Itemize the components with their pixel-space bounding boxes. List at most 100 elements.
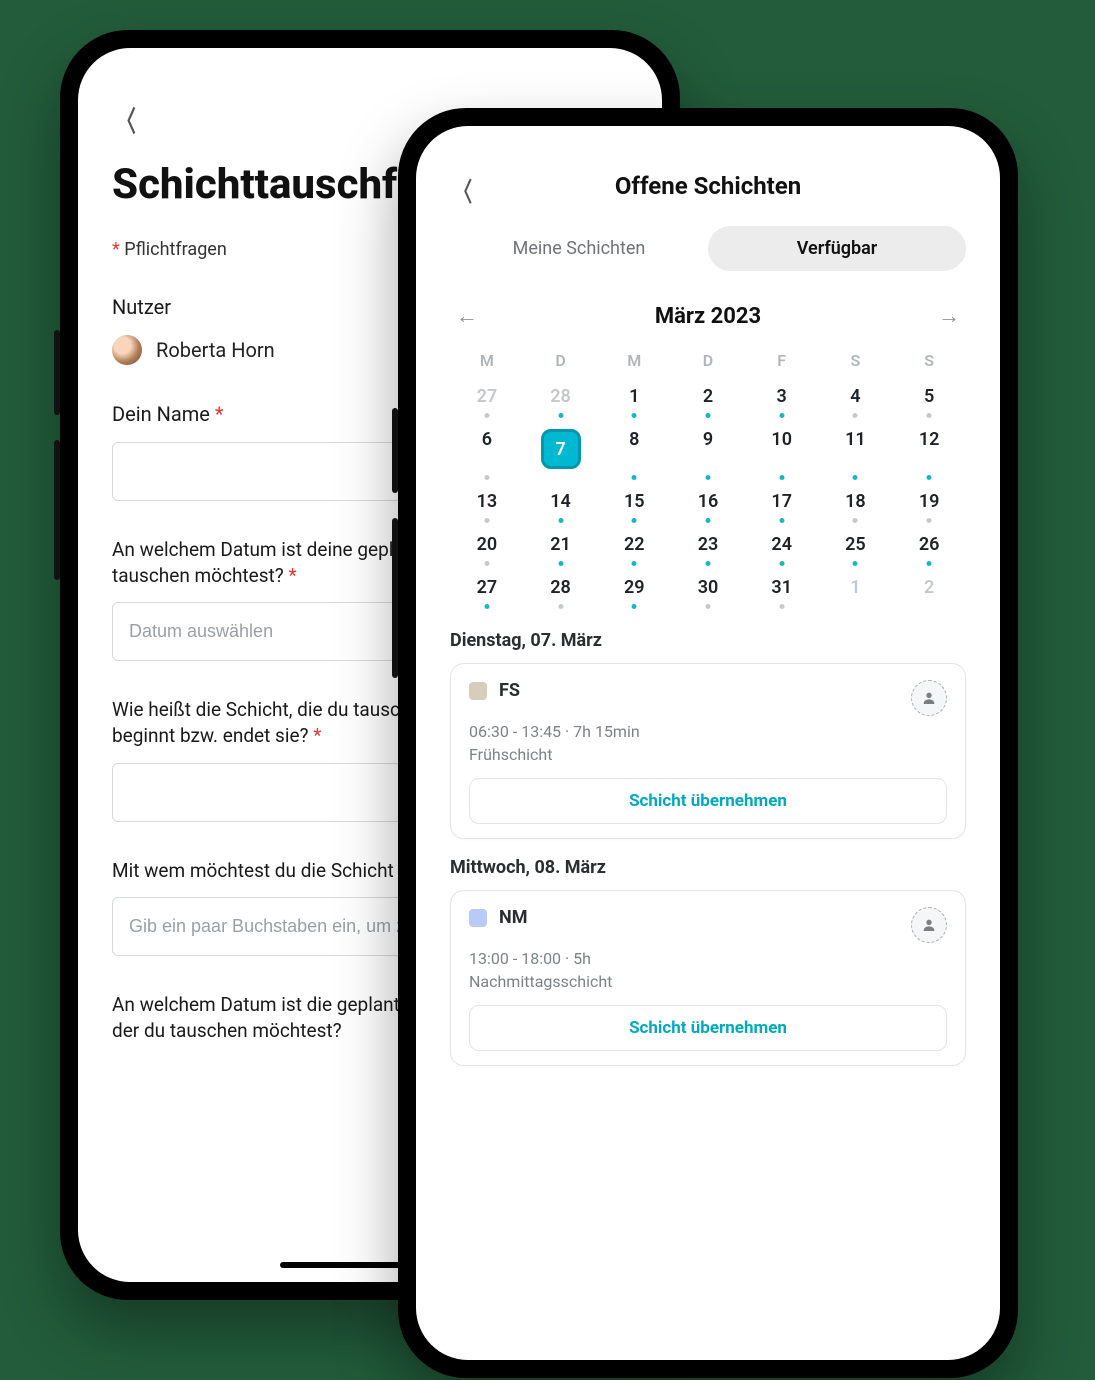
day-number: 1 [629, 386, 639, 407]
day-dot-icon [779, 518, 784, 523]
calendar-day[interactable]: 1 [819, 571, 893, 614]
day-dot-icon [705, 561, 710, 566]
calendar-day[interactable]: 21 [524, 528, 598, 571]
day-dot-icon [779, 475, 784, 480]
asterisk-icon: * [288, 564, 296, 587]
calendar-day[interactable]: 15 [597, 485, 671, 528]
calendar-day[interactable]: 17 [745, 485, 819, 528]
dow-label: D [524, 345, 598, 380]
next-month-icon[interactable]: → [932, 299, 966, 333]
calendar-day[interactable]: 3 [745, 380, 819, 423]
calendar-day[interactable]: 11 [819, 423, 893, 485]
back-icon[interactable]: 〈 [116, 100, 136, 140]
day-dot-icon [484, 518, 489, 523]
calendar-day[interactable]: 27 [450, 571, 524, 614]
calendar-day[interactable]: 27 [450, 380, 524, 423]
person-icon[interactable] [911, 680, 947, 716]
day-dot-icon [484, 604, 489, 609]
day-dot-icon [705, 413, 710, 418]
calendar-day[interactable]: 16 [671, 485, 745, 528]
calendar-week: 2021 22 23 24 2526 [450, 528, 966, 571]
shift-card-head: NM [469, 907, 947, 943]
calendar-day[interactable]: 10 [745, 423, 819, 485]
day-dot-icon [632, 604, 637, 609]
calendar-day[interactable]: 29 [597, 571, 671, 614]
day-number: 11 [845, 429, 866, 450]
calendar-body: 2728123456789101112131415161718192021222… [450, 380, 966, 614]
day-number: 23 [698, 534, 719, 555]
back-icon[interactable]: 〈 [454, 172, 472, 209]
day-number: 22 [624, 534, 645, 555]
calendar-day[interactable]: 28 [524, 571, 598, 614]
dow-label: M [597, 345, 671, 380]
day-number: 18 [845, 491, 866, 512]
asterisk-icon: * [215, 402, 224, 426]
day-number: 2 [924, 577, 934, 598]
calendar-day[interactable]: 28 [524, 380, 598, 423]
calendar-day[interactable]: 2 [892, 571, 966, 614]
person-icon[interactable] [911, 907, 947, 943]
day-number: 3 [777, 386, 787, 407]
prev-month-icon[interactable]: ← [450, 299, 484, 333]
calendar-day[interactable]: 25 [819, 528, 893, 571]
day-dot-icon [632, 518, 637, 523]
take-shift-button[interactable]: Schicht übernehmen [469, 1005, 947, 1051]
calendar-day[interactable]: 30 [671, 571, 745, 614]
phone-right: 〈 Offene Schichten Meine Schichten Verfü… [398, 108, 1018, 1378]
calendar-day[interactable]: 19 [892, 485, 966, 528]
calendar-day[interactable]: 22 [597, 528, 671, 571]
calendar-week: 27 28 29 30 311 2 [450, 571, 966, 614]
shift-card[interactable]: NM13:00 - 18:00 · 5hNachmittagsschichtSc… [450, 890, 966, 1066]
calendar-day[interactable]: 31 [745, 571, 819, 614]
dow-label: F [745, 345, 819, 380]
shift-card[interactable]: FS06:30 - 13:45 · 7h 15minFrühschichtSch… [450, 663, 966, 839]
shift-time: 13:00 - 18:00 · 5h [469, 949, 947, 968]
calendar-day[interactable]: 13 [450, 485, 524, 528]
day-number: 30 [698, 577, 719, 598]
calendar-day[interactable]: 4 [819, 380, 893, 423]
calendar-day[interactable]: 1 [597, 380, 671, 423]
calendar-day[interactable]: 20 [450, 528, 524, 571]
screen-right: 〈 Offene Schichten Meine Schichten Verfü… [416, 126, 1000, 1360]
day-number: 27 [477, 386, 498, 407]
day-dot-icon [853, 518, 858, 523]
page-title: Offene Schichten [615, 172, 801, 200]
day-dot-icon [558, 604, 563, 609]
day-header: Mittwoch, 08. März [450, 857, 966, 878]
calendar-day[interactable]: 18 [819, 485, 893, 528]
shift-card-head: FS [469, 680, 947, 716]
day-number: 15 [624, 491, 645, 512]
tab-available[interactable]: Verfügbar [708, 226, 966, 271]
day-dot-icon [484, 561, 489, 566]
tab-my-shifts[interactable]: Meine Schichten [450, 226, 708, 271]
day-number: 24 [771, 534, 792, 555]
day-number: 28 [550, 577, 571, 598]
calendar-day[interactable]: 7 [524, 423, 598, 485]
take-shift-button[interactable]: Schicht übernehmen [469, 778, 947, 824]
calendar-day[interactable]: 23 [671, 528, 745, 571]
asterisk-icon: * [313, 724, 321, 747]
day-dot-icon [632, 561, 637, 566]
day-number: 7 [541, 429, 581, 469]
day-dot-icon [558, 413, 563, 418]
day-number: 2 [703, 386, 713, 407]
calendar-day[interactable]: 9 [671, 423, 745, 485]
calendar-day[interactable]: 5 [892, 380, 966, 423]
calendar-day[interactable]: 24 [745, 528, 819, 571]
color-swatch-icon [469, 682, 487, 700]
dow-label: S [892, 345, 966, 380]
day-dot-icon [558, 518, 563, 523]
calendar-day[interactable]: 2 [671, 380, 745, 423]
calendar-day[interactable]: 8 [597, 423, 671, 485]
day-dot-icon [853, 413, 858, 418]
calendar-day[interactable]: 14 [524, 485, 598, 528]
day-number: 4 [850, 386, 860, 407]
day-number: 9 [703, 429, 713, 450]
calendar-day[interactable]: 6 [450, 423, 524, 485]
calendar-day[interactable]: 26 [892, 528, 966, 571]
calendar-day[interactable]: 12 [892, 423, 966, 485]
day-number: 29 [624, 577, 645, 598]
day-dot-icon [558, 561, 563, 566]
asterisk-icon: * [112, 239, 124, 260]
color-swatch-icon [469, 909, 487, 927]
